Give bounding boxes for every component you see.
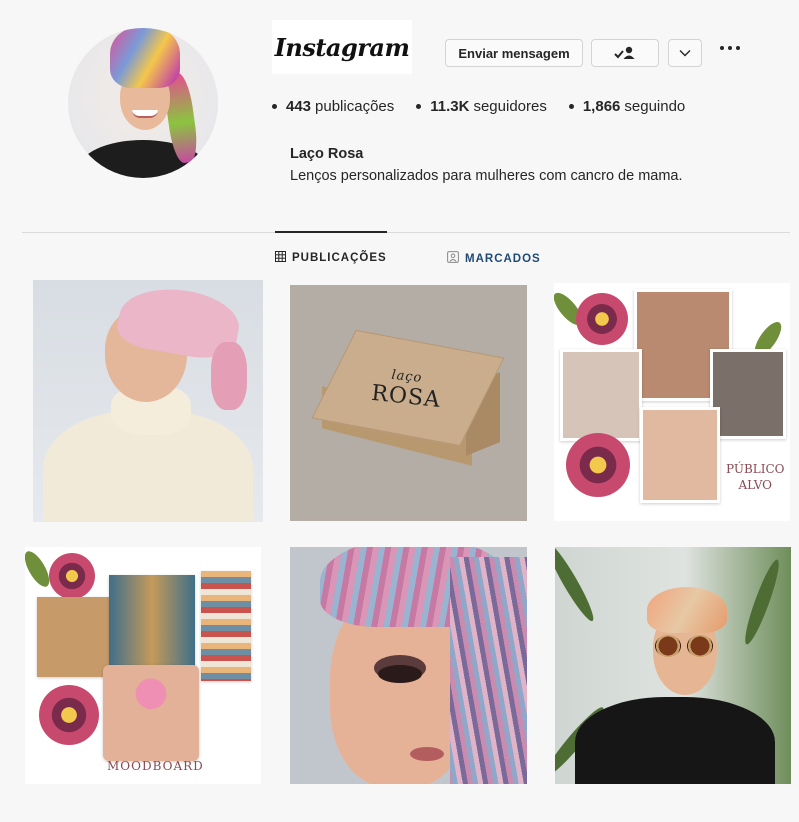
palm-leaf-shape	[740, 557, 784, 647]
art-nouveau-image	[37, 597, 115, 677]
tab-tagged[interactable]: MARCADOS	[447, 251, 541, 266]
scarf-knot-shape	[211, 342, 247, 410]
collage-photo	[710, 349, 786, 439]
flower-shape	[39, 685, 99, 745]
stat-posts-value: 443	[286, 98, 312, 115]
moodboard-caption: MOODBOARD	[107, 759, 204, 773]
tab-posts[interactable]: PUBLICAÇÕES	[275, 251, 387, 265]
flower-shape	[576, 293, 628, 345]
tab-tagged-label: MARCADOS	[465, 252, 541, 265]
more-horizontal-icon[interactable]	[720, 46, 740, 50]
tabs-divider	[22, 232, 790, 233]
stat-following-value: 1,866	[582, 98, 621, 115]
turban-shape	[647, 587, 727, 633]
more-dot	[728, 46, 732, 50]
stat-posts-label: publicações	[315, 98, 395, 115]
instagram-logo[interactable]: Instagram	[272, 20, 412, 74]
person-check-icon	[614, 46, 636, 60]
architecture-image	[109, 575, 195, 675]
color-palette-image	[201, 571, 251, 681]
post-tile-1[interactable]	[33, 280, 263, 522]
lips-shape	[410, 747, 444, 761]
avatar-smile	[132, 110, 158, 118]
sunglasses-lens-right	[687, 635, 713, 657]
post-tile-6[interactable]	[555, 547, 791, 784]
bullet-dot	[568, 104, 574, 109]
collage-caption-line1: PÚBLICO	[726, 462, 785, 476]
post-tile-4[interactable]: MOODBOARD	[25, 547, 261, 784]
stat-posts[interactable]: 443 publicações	[272, 98, 394, 115]
hands-flower-image	[103, 665, 199, 761]
black-top-shape	[575, 697, 775, 784]
grid-icon	[275, 251, 286, 265]
bullet-dot	[416, 104, 422, 109]
bullet-dot	[272, 104, 277, 109]
post-tile-5[interactable]	[290, 547, 527, 784]
following-button[interactable]	[591, 39, 659, 67]
collage-photo	[560, 349, 642, 441]
post-tile-3[interactable]: PÚBLICO ALVO	[554, 283, 790, 521]
flower-shape	[49, 553, 95, 599]
striped-scarf-side	[450, 557, 527, 784]
stat-followers-value: 11.3K	[430, 98, 470, 115]
collage-photo	[640, 407, 720, 503]
send-message-label: Enviar mensagem	[458, 45, 570, 61]
instagram-logo-text: Instagram	[274, 32, 410, 62]
profile-name: Laço Rosa	[290, 146, 364, 162]
stat-following-label: seguindo	[624, 98, 686, 115]
collage-caption: PÚBLICO ALVO	[726, 461, 785, 493]
collage-caption-line2: ALVO	[738, 478, 773, 492]
suggested-accounts-button[interactable]	[668, 39, 702, 67]
post-tile-2[interactable]: laço ROSA	[290, 285, 527, 521]
tab-posts-label: PUBLICAÇÕES	[292, 252, 387, 264]
palm-leaf-shape	[555, 547, 599, 625]
stat-following[interactable]: 1,866 seguindo	[568, 98, 686, 115]
flower-shape	[566, 433, 630, 497]
profile-avatar[interactable]	[68, 28, 218, 178]
stat-followers[interactable]: 11.3K seguidores	[416, 98, 547, 115]
active-tab-indicator	[275, 231, 387, 233]
more-dot	[736, 46, 740, 50]
sunglasses-lens-left	[655, 635, 681, 657]
chevron-down-icon	[679, 49, 691, 57]
send-message-button[interactable]: Enviar mensagem	[445, 39, 583, 67]
tagged-icon	[447, 251, 459, 266]
profile-bio: Lenços personalizados para mulheres com …	[290, 168, 683, 184]
avatar-headscarf	[110, 28, 180, 88]
stat-followers-label: seguidores	[473, 98, 547, 115]
profile-stats: 443 publicações 11.3K seguidores 1,866 s…	[272, 98, 685, 115]
more-dot	[720, 46, 724, 50]
eye-shape	[378, 665, 422, 683]
